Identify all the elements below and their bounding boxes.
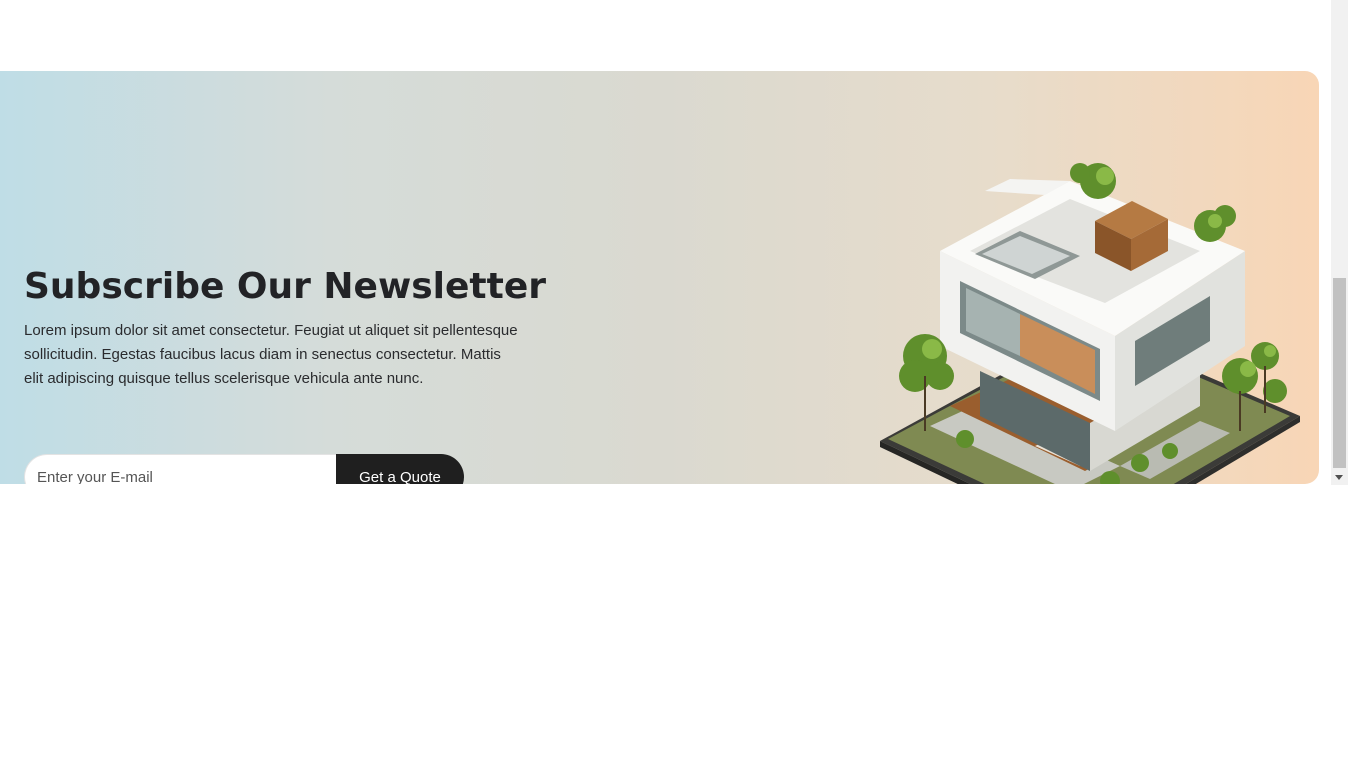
newsletter-section: Subscribe Our Newsletter Lorem ipsum dol… xyxy=(0,71,1319,484)
get-a-quote-button[interactable]: Get a Quote xyxy=(336,454,464,484)
vertical-scrollbar[interactable] xyxy=(1331,0,1348,485)
newsletter-title: Subscribe Our Newsletter xyxy=(24,266,546,307)
viewport: Subscribe Our Newsletter Lorem ipsum dol… xyxy=(0,0,1331,768)
email-input[interactable] xyxy=(24,454,336,484)
house-illustration-icon xyxy=(880,163,1300,484)
page: Subscribe Our Newsletter Lorem ipsum dol… xyxy=(0,0,1366,768)
scroll-down-arrow-icon[interactable] xyxy=(1335,475,1343,480)
newsletter-form: Get a Quote xyxy=(24,454,464,484)
newsletter-description: Lorem ipsum dolor sit amet consectetur. … xyxy=(24,322,518,387)
scrollbar-thumb[interactable] xyxy=(1333,278,1346,468)
